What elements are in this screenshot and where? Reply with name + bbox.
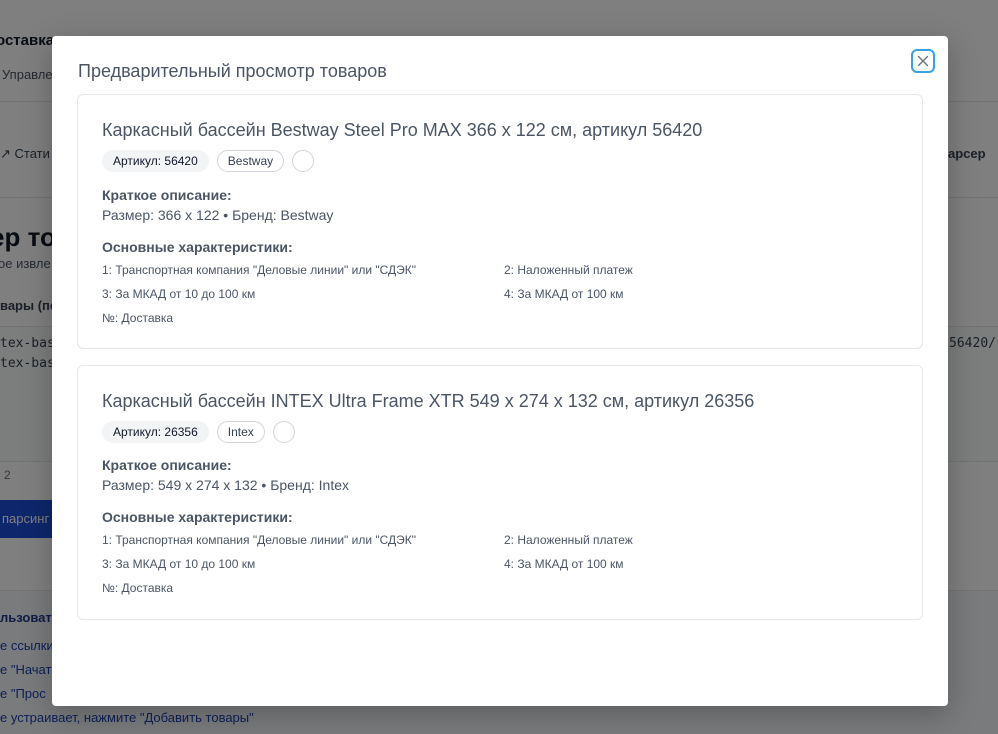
product-badges: Артикул: 56420 Bestway — [102, 150, 315, 172]
short-description-title: Краткое описание: — [102, 457, 232, 473]
spec-item: 1: Транспортная компания "Деловые линии"… — [102, 263, 417, 277]
specs-title: Основные характеристики: — [102, 239, 293, 255]
short-description: Размер: 549 x 274 x 132 • Бренд: Intex — [102, 477, 350, 493]
spec-item: 3: За МКАД от 10 до 100 км — [102, 287, 256, 301]
close-button[interactable] — [911, 49, 935, 73]
spec-item: 2: Наложенный платеж — [504, 533, 633, 547]
product-card: Каркасный бассейн INTEX Ultra Frame XTR … — [77, 365, 923, 620]
modal-title: Предварительный просмотр товаров — [78, 61, 387, 81]
spec-item: 1: Транспортная компания "Деловые линии"… — [102, 533, 417, 547]
brand-badge: Bestway — [216, 150, 285, 172]
short-description-title: Краткое описание: — [102, 187, 232, 203]
product-badges: Артикул: 26356 Intex — [102, 421, 295, 443]
sku-badge: Артикул: 26356 — [102, 421, 209, 443]
specs-title: Основные характеристики: — [102, 509, 293, 525]
spec-item: 4: За МКАД от 100 км — [504, 557, 624, 571]
sku-badge: Артикул: 56420 — [102, 150, 209, 172]
empty-badge — [292, 150, 315, 172]
spec-item: №: Доставка — [102, 311, 174, 325]
short-description: Размер: 366 x 122 • Бренд: Bestway — [102, 207, 334, 223]
brand-badge: Intex — [216, 421, 265, 443]
preview-modal: Предварительный просмотр товаров Каркасн… — [52, 36, 948, 706]
product-title: Каркасный бассейн Bestway Steel Pro MAX … — [102, 120, 703, 140]
close-icon — [917, 55, 929, 67]
product-title: Каркасный бассейн INTEX Ultra Frame XTR … — [102, 391, 755, 411]
spec-item: 2: Наложенный платеж — [504, 263, 633, 277]
spec-item: 3: За МКАД от 10 до 100 км — [102, 557, 256, 571]
empty-badge — [272, 421, 295, 443]
spec-item: 4: За МКАД от 100 км — [504, 287, 624, 301]
spec-item: №: Доставка — [102, 581, 174, 595]
product-card: Каркасный бассейн Bestway Steel Pro MAX … — [77, 94, 923, 349]
